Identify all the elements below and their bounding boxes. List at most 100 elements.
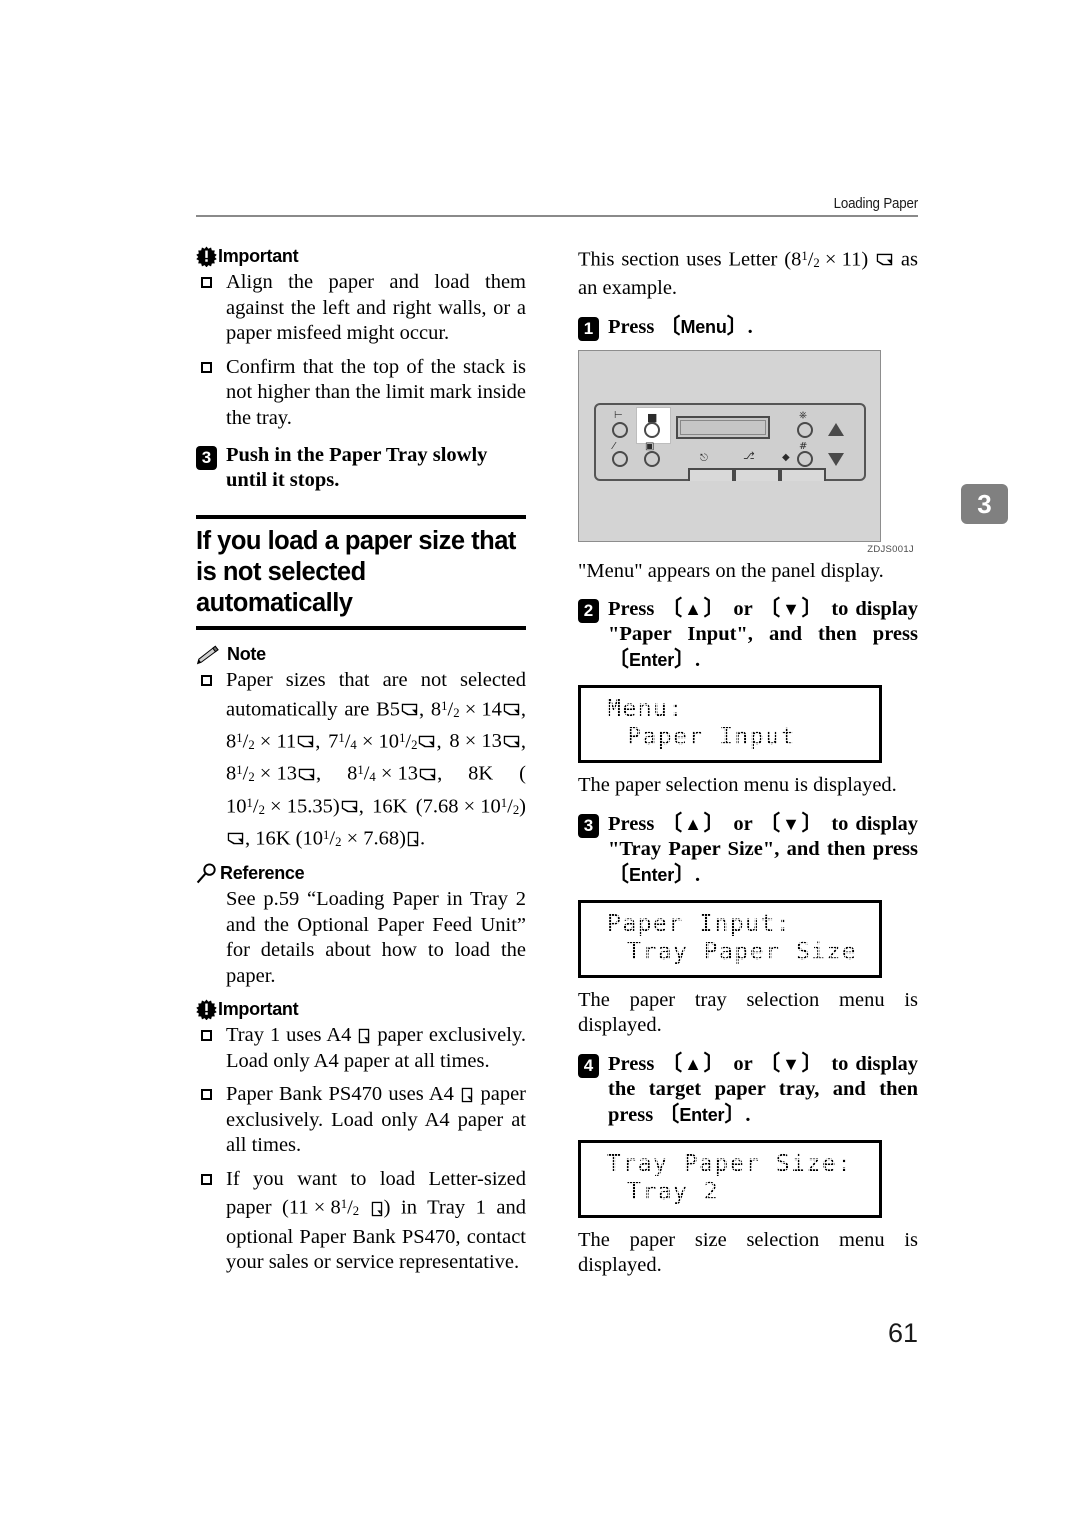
portrait-orientation-icon (358, 1026, 370, 1044)
up-key-label: ▲ (684, 813, 704, 834)
step-1: 1 Press 〔Menu〕. (578, 313, 918, 341)
important-label-1: Important (218, 246, 299, 266)
lcd-line-1: Menu: (607, 696, 684, 723)
lcd-display-3: Tray Paper Size: Tray 2 (578, 1139, 882, 1218)
heading-rule-bottom (196, 626, 526, 630)
down-key-label: ▼ (782, 599, 802, 620)
landscape-orientation-icon (298, 763, 315, 780)
operation-panel: ⊢ ■ ⁄ ▣ ⎈ # ⎋ ⎇ ◆ (594, 402, 866, 481)
up-arrow-key[interactable] (828, 422, 844, 436)
step-2-text: Press 〔▲〕 or 〔▼〕 to display "Paper Input… (608, 596, 919, 672)
note-heading: Note (196, 644, 526, 665)
step-4-d: . (745, 1103, 751, 1126)
soft-key-3[interactable] (780, 467, 826, 481)
magnifier-icon (196, 863, 218, 884)
step-1-post: . (747, 315, 753, 338)
page-number: 61 (887, 1318, 918, 1348)
note-label: Note (227, 644, 266, 664)
step-3-left: 3 Push in the Paper Tray slowly until it… (196, 443, 526, 493)
list-item: Tray 1 uses A4 paper exclusively. Load o… (196, 1023, 526, 1074)
intro-text: This section uses Letter (81/2 × 11) as … (578, 248, 919, 300)
lcd-line-1: Tray Paper Size: (607, 1150, 853, 1177)
step-2-a: Press (608, 598, 662, 621)
up-key-label: ▲ (684, 1053, 704, 1074)
section-heading-block: If you load a paper size that is not sel… (196, 515, 526, 630)
soft-key-2[interactable] (734, 467, 780, 481)
landscape-orientation-icon (297, 730, 314, 748)
up-key-label: ▲ (684, 599, 704, 620)
down-key-label: ▼ (782, 1053, 802, 1074)
important-label-2: Important (218, 999, 299, 1020)
after-step-4-text: The paper size selection menu is display… (578, 1228, 918, 1277)
enter-key-label: Enter (629, 650, 675, 671)
lcd-display-1: Menu: Paper Input (578, 685, 882, 764)
step-4: 4 Press 〔▲〕 or 〔▼〕 to display the target… (578, 1051, 918, 1128)
escape-button[interactable] (644, 450, 660, 467)
step-2-d: . (695, 649, 701, 672)
list-item: If you want to load Letter-sized paper (… (196, 1167, 526, 1276)
header-rule (196, 215, 918, 217)
landscape-orientation-icon (503, 730, 520, 748)
list-item: Align the paper and load them against th… (196, 270, 526, 347)
reference-text: See p.59 “Loading Paper in Tray 2 and th… (226, 888, 526, 987)
job-reset-button[interactable] (612, 450, 628, 467)
lcd-line-1: Paper Input: (607, 910, 792, 937)
after-step-2-text: The paper selection menu is displayed. (578, 774, 897, 797)
down-arrow-key[interactable] (828, 452, 844, 466)
illustration-frame: ⊢ ■ ⁄ ▣ ⎈ # ⎋ ⎇ ◆ (578, 349, 881, 542)
section-heading-text: If you load a paper size that is not sel… (196, 527, 516, 617)
step-3-a: Press (608, 812, 662, 835)
enter-key[interactable] (797, 450, 813, 467)
control-panel-illustration: ⊢ ■ ⁄ ▣ ⎈ # ⎋ ⎇ ◆ ZDJS001J (578, 349, 918, 555)
escape-icon: ⎈ (799, 409, 807, 421)
step-1-text: Press 〔Menu〕. (608, 313, 753, 338)
heading-rule-top (196, 515, 526, 519)
after-step-3-text: The paper tray selection menu is display… (578, 988, 918, 1037)
landscape-orientation-icon (341, 795, 358, 813)
chapter-tab: 3 (961, 484, 1008, 524)
step-2: 2 Press 〔▲〕 or 〔▼〕 to display "Paper Inp… (578, 596, 918, 673)
landscape-orientation-icon (418, 730, 435, 748)
power-indicator-icon: ⎋ (700, 452, 708, 464)
page-header: Loading Paper (196, 196, 918, 217)
step-3-b: or (726, 812, 760, 835)
step-1-pre: Press (608, 315, 660, 338)
step-3-right: 3 Press 〔▲〕 or 〔▼〕 to display "Tray Pape… (578, 811, 918, 888)
illustration-caption: ZDJS001J (867, 543, 914, 555)
list-item: Confirm that the top of the stack is not… (196, 355, 526, 432)
step-2-b: or (726, 598, 760, 621)
note-list: Paper sizes that are not selected automa… (196, 668, 526, 855)
step-3-d: . (695, 863, 701, 886)
soft-key-1[interactable] (688, 467, 734, 481)
form-feed-icon: ⊢ (614, 409, 623, 421)
step-number-badge: 4 (578, 1053, 599, 1078)
lcd-line-2: Tray Paper Size (627, 938, 858, 965)
list-item: Paper Bank PS470 uses A4 paper exclusive… (196, 1082, 526, 1159)
important-heading-2: Important (196, 999, 526, 1021)
landscape-orientation-icon (419, 763, 436, 780)
manual-page: Loading Paper 3 Important Align the pape… (0, 0, 1080, 1526)
step-4-text: Press 〔▲〕 or 〔▼〕 to display the target p… (608, 1050, 919, 1126)
menu-button[interactable] (644, 421, 660, 438)
job-reset-icon: ⁄ (613, 440, 615, 452)
landscape-orientation-icon (503, 698, 520, 716)
landscape-orientation-icon (227, 827, 244, 845)
step-4-a: Press (608, 1052, 662, 1075)
important-heading-1: Important (196, 246, 526, 268)
important-list-2: Tray 1 uses A4 paper exclusively. Load o… (196, 1023, 526, 1275)
landscape-orientation-icon (876, 248, 893, 266)
enter-key-label: Enter (679, 1104, 725, 1125)
reference-heading: Reference (196, 863, 526, 884)
lcd-line-2: Tray 2 (627, 1178, 720, 1205)
alert-indicator-icon: ⎇ (743, 450, 755, 462)
escape-key[interactable] (797, 421, 813, 438)
step-3-right-text: Press 〔▲〕 or 〔▼〕 to display "Tray Paper … (608, 810, 919, 886)
step-number-badge: 2 (578, 599, 599, 624)
important-list-1: Align the paper and load them against th… (196, 270, 526, 431)
form-feed-button[interactable] (612, 421, 628, 438)
pencil-icon (196, 645, 220, 665)
portrait-orientation-icon (371, 1199, 383, 1216)
step-number-badge: 3 (578, 813, 599, 838)
step-number-badge: 1 (578, 316, 599, 341)
lcd-line-2: Paper Input (627, 724, 796, 751)
